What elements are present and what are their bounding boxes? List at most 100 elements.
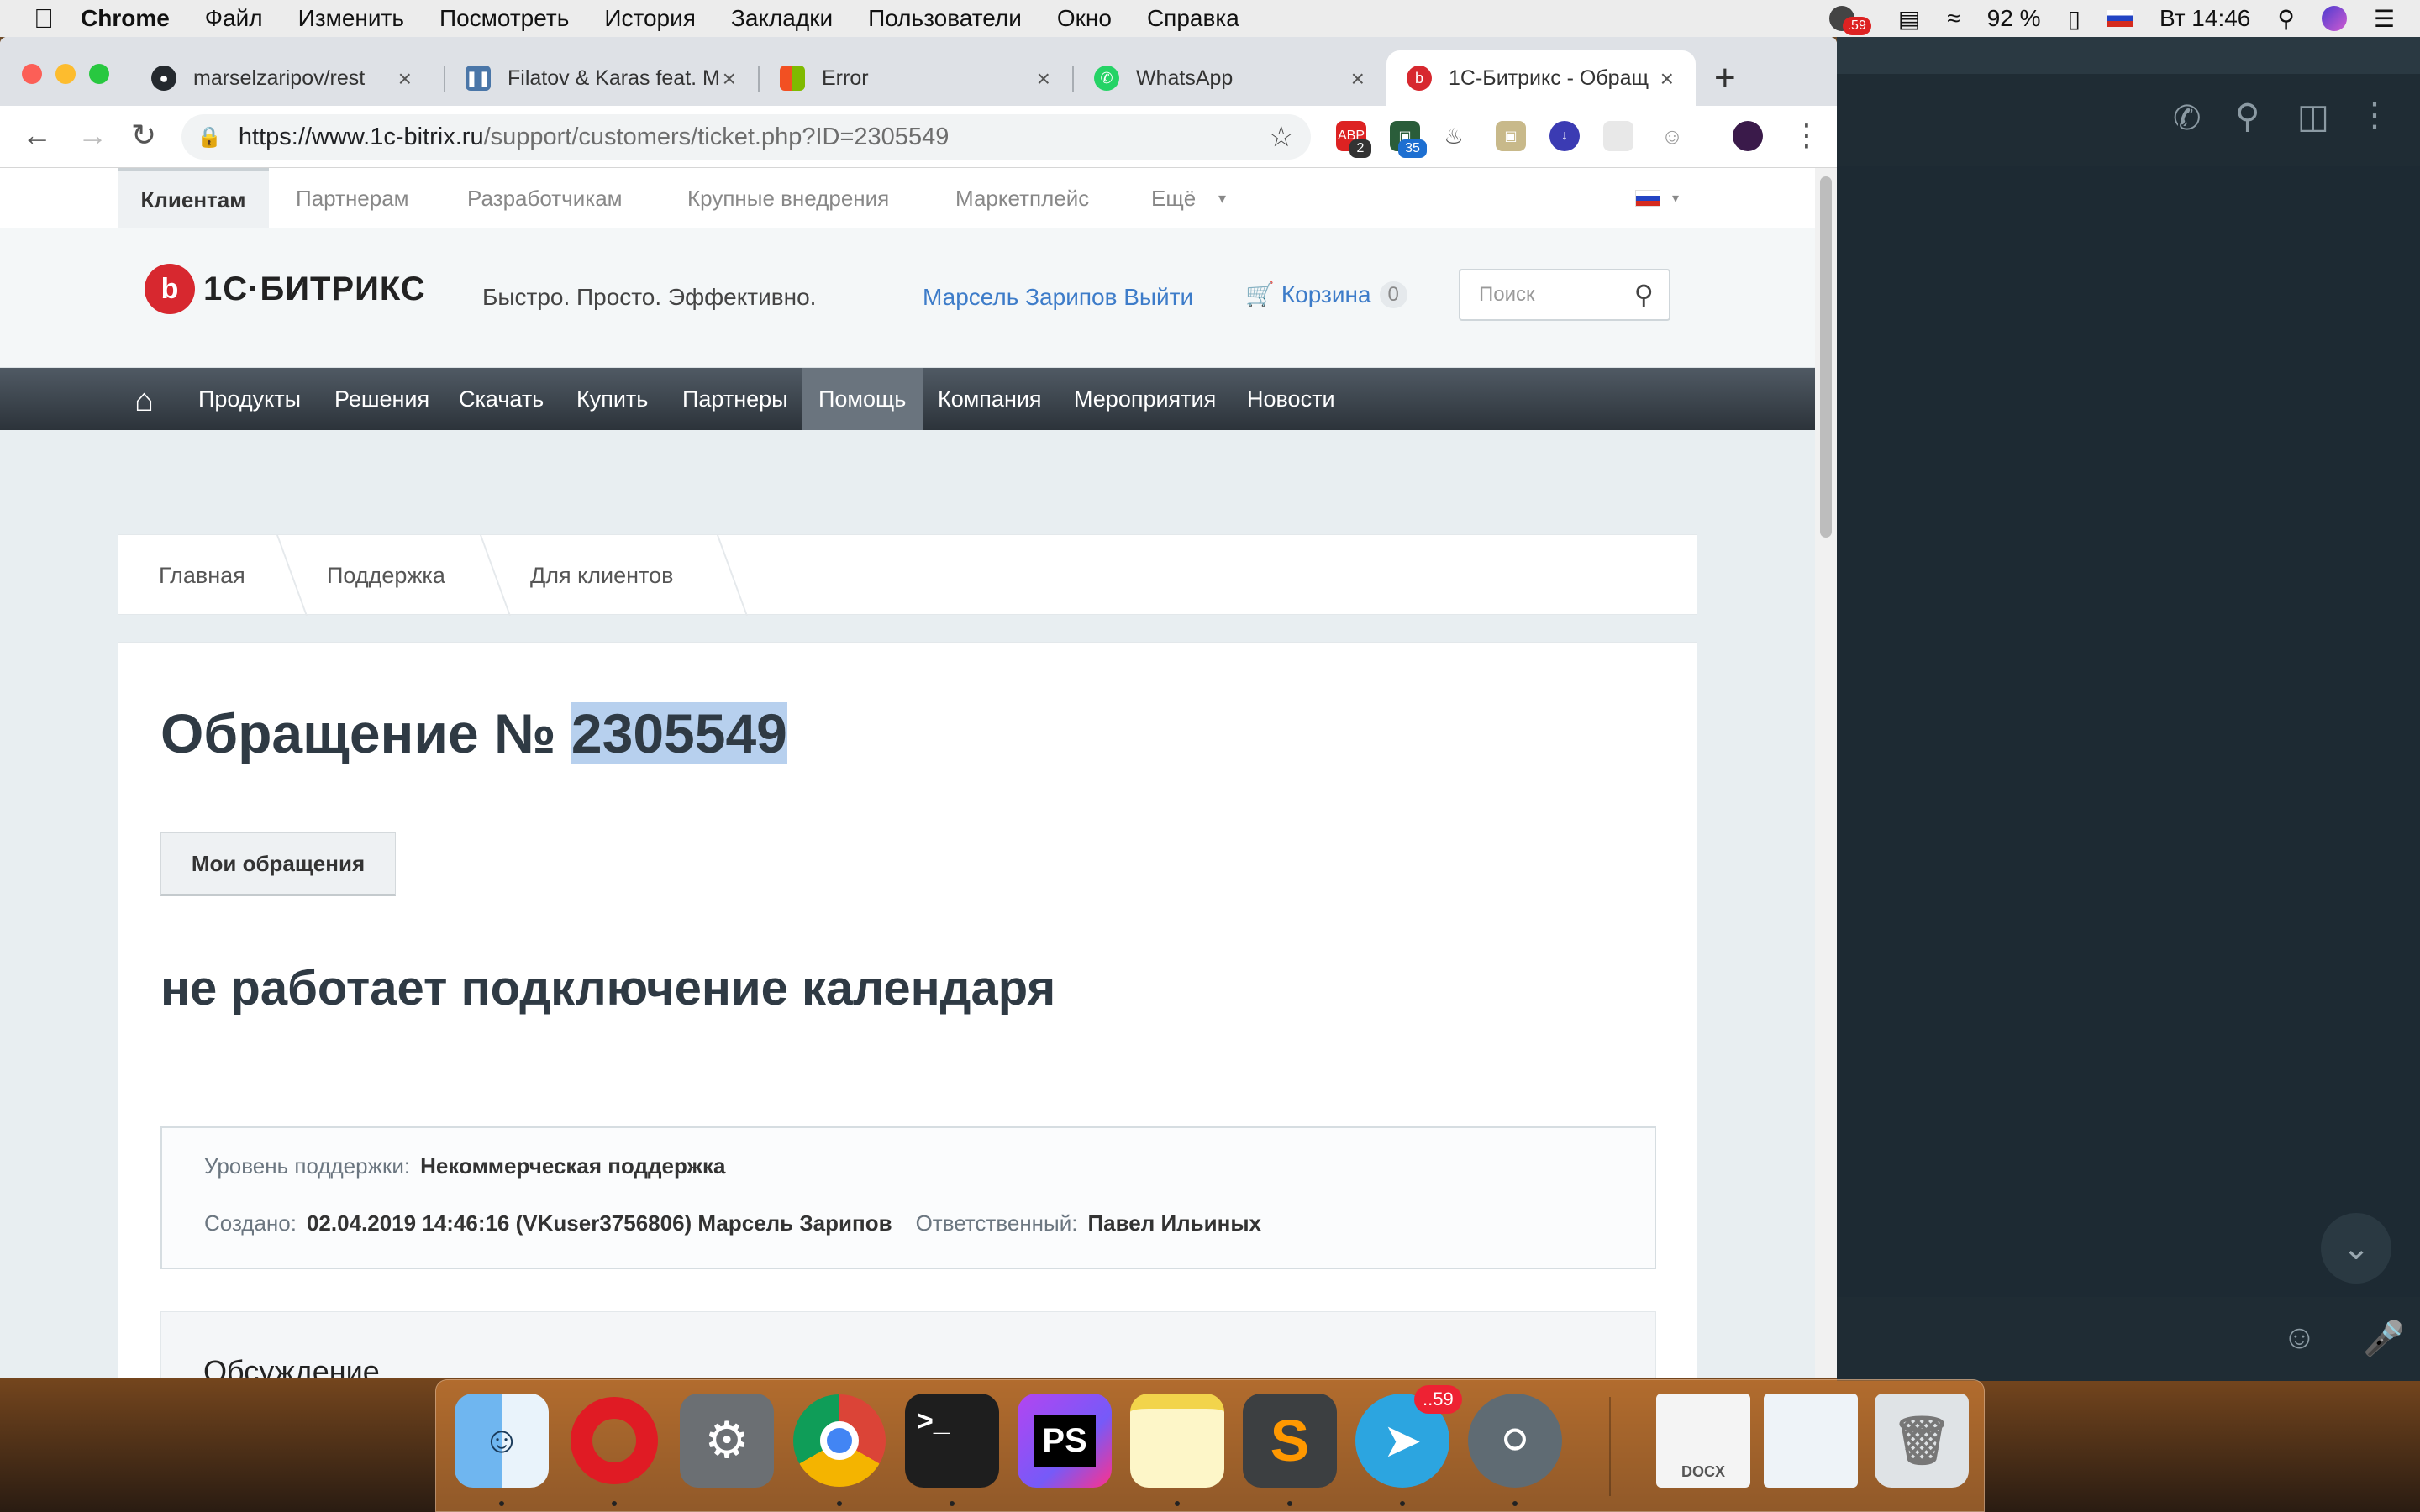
microphone-icon[interactable]: 🎤 [2363, 1319, 2405, 1358]
close-tab-icon[interactable]: × [1660, 66, 1674, 92]
extension-icon[interactable]: ☺ [1657, 121, 1687, 151]
site-audience-nav: Клиентам Партнерам Разработчикам Крупные… [0, 168, 1815, 228]
language-flag-ru-icon[interactable]: ▾ [1635, 168, 1679, 228]
emoji-icon[interactable]: ☺ [2282, 1319, 2317, 1357]
breadcrumb-separator [253, 535, 308, 616]
nav-company[interactable]: Компания [938, 368, 1042, 430]
nav-partners[interactable]: Партнеры [682, 368, 788, 430]
battery-text[interactable]: 92 % [1987, 5, 2041, 32]
nav-events[interactable]: Мероприятия [1074, 368, 1216, 430]
nav-help[interactable]: Помощь [802, 368, 923, 430]
bitrix-logo[interactable]: b 1С·БИТРИКС [145, 264, 426, 314]
topnav-developers[interactable]: Разработчикам [467, 168, 623, 228]
docx-file-icon[interactable]: DOCX [1656, 1394, 1750, 1488]
menu-history[interactable]: История [604, 5, 696, 32]
menu-edit[interactable]: Изменить [298, 5, 404, 32]
tab-bitrix-active[interactable]: b 1С-Битрикс - Обращ × [1386, 50, 1696, 106]
lock-icon[interactable]: 🔒 [197, 125, 222, 150]
image-extension-icon[interactable]: ▣ [1496, 121, 1526, 151]
nav-download[interactable]: Скачать [459, 368, 544, 430]
menu-window[interactable]: Окно [1057, 5, 1112, 32]
support-level-label: Уровень поддержки: [204, 1153, 411, 1179]
sequel-pro-icon[interactable]: ⚪ [1468, 1394, 1562, 1488]
tab-error[interactable]: Error × [760, 50, 1072, 106]
sublime-text-icon[interactable]: S [1243, 1394, 1337, 1488]
breadcrumb-home[interactable]: Главная [159, 535, 245, 616]
terminal-icon[interactable]: >_ [905, 1394, 999, 1488]
close-tab-icon[interactable]: × [723, 66, 736, 92]
system-preferences-icon[interactable]: ⚙ [680, 1394, 774, 1488]
home-icon[interactable]: ⌂ [134, 383, 154, 419]
breadcrumb-clients[interactable]: Для клиентов [530, 535, 673, 616]
close-tab-icon[interactable]: × [1037, 66, 1050, 92]
battery-icon[interactable]: ▯ [2068, 5, 2081, 33]
flag-ru-icon[interactable] [2107, 10, 2133, 27]
close-tab-icon[interactable]: × [1351, 66, 1365, 92]
topnav-clients[interactable]: Клиентам [118, 168, 269, 228]
user-logout-link[interactable]: Марсель Зарипов Выйти [923, 284, 1193, 311]
siri-icon[interactable] [2321, 6, 2347, 31]
chrome-icon[interactable] [792, 1394, 886, 1488]
download-extension-icon[interactable]: ↓ [1549, 121, 1580, 151]
my-tickets-button[interactable]: Мои обращения [160, 832, 396, 896]
running-indicator [837, 1501, 842, 1506]
menubar-status-area: .59 ▤ ≈ 92 % ▯ Вт 14:46 ⚲ ☰ [1828, 0, 2395, 37]
chrome-menu-icon[interactable]: ⋮ [1791, 118, 1822, 153]
bookmark-star-icon[interactable]: ☆ [1269, 120, 1294, 154]
nav-news[interactable]: Новости [1247, 368, 1335, 430]
search-icon[interactable]: ⚲ [2235, 97, 2260, 136]
topnav-more[interactable]: Ещё [1151, 168, 1196, 228]
new-tab-button[interactable]: + [1714, 57, 1736, 99]
search-input[interactable]: Поиск ⚲ [1459, 269, 1670, 321]
sidebar-icon[interactable]: ◫ [2297, 97, 2329, 136]
cart-link[interactable]: 🛒 Корзина 0 [1245, 281, 1407, 308]
minimize-window-button[interactable] [55, 64, 76, 84]
wifi-icon[interactable]: ≈ [1947, 5, 1960, 32]
menu-file[interactable]: Файл [205, 5, 263, 32]
phone-icon[interactable]: ✆ [2173, 99, 2202, 138]
extension-icon[interactable] [1603, 121, 1634, 151]
reload-icon[interactable]: ↻ [131, 118, 156, 153]
topnav-enterprise[interactable]: Крупные внедрения [687, 168, 889, 228]
more-vertical-icon[interactable]: ⋮ [2358, 96, 2391, 134]
zoom-window-button[interactable] [89, 64, 109, 84]
phpstorm-icon[interactable]: PS [1018, 1394, 1112, 1488]
tab-whatsapp[interactable]: ✆ WhatsApp × [1074, 50, 1386, 106]
opera-icon[interactable] [567, 1394, 661, 1488]
clock[interactable]: Вт 14:46 [2160, 5, 2250, 32]
close-tab-icon[interactable]: × [398, 66, 412, 92]
finder-icon[interactable]: ☺ [455, 1394, 549, 1488]
spotlight-icon[interactable]: ⚲ [2277, 5, 2295, 33]
topnav-partners[interactable]: Партнерам [296, 168, 409, 228]
menu-app-name[interactable]: Chrome [81, 5, 170, 32]
screenshot-stack-icon[interactable] [1764, 1394, 1858, 1488]
tab-github[interactable]: ● marselzaripov/rest × [131, 50, 434, 106]
menu-bookmarks[interactable]: Закладки [731, 5, 833, 32]
back-icon[interactable]: ← [22, 118, 52, 153]
nav-buy[interactable]: Купить [576, 368, 648, 430]
apple-icon[interactable]:  [34, 3, 81, 34]
menu-help[interactable]: Справка [1147, 5, 1239, 32]
menu-users[interactable]: Пользователи [868, 5, 1022, 32]
vpn-icon[interactable]: ▤ [1898, 5, 1920, 33]
nav-products[interactable]: Продукты [198, 368, 301, 430]
notification-icon[interactable]: .59 [1828, 2, 1871, 35]
address-bar[interactable]: 🔒 https://www.1c-bitrix.ru/support/custo… [182, 114, 1311, 160]
scrollbar-thumb[interactable] [1820, 176, 1832, 538]
page-scrollbar[interactable] [1815, 168, 1837, 1378]
notification-center-icon[interactable]: ☰ [2374, 5, 2395, 33]
menu-view[interactable]: Посмотреть [439, 5, 569, 32]
extension-icon[interactable]: ♨ [1439, 121, 1469, 151]
trash-icon[interactable]: 🗑 [1875, 1394, 1969, 1488]
nav-solutions[interactable]: Решения [334, 368, 429, 430]
breadcrumb-support[interactable]: Поддержка [327, 535, 445, 616]
notes-icon[interactable] [1130, 1394, 1224, 1488]
topnav-marketplace[interactable]: Маркетплейс [955, 168, 1089, 228]
chevron-down-icon[interactable]: ▾ [1218, 168, 1226, 228]
scroll-down-button[interactable]: ⌄ [2321, 1213, 2391, 1284]
tab-music[interactable]: ❚❚ Filatov & Karas feat. M × [445, 50, 758, 106]
close-window-button[interactable] [22, 64, 42, 84]
forward-icon[interactable]: → [77, 118, 108, 153]
search-icon[interactable]: ⚲ [1634, 279, 1654, 311]
profile-avatar[interactable] [1733, 121, 1763, 151]
